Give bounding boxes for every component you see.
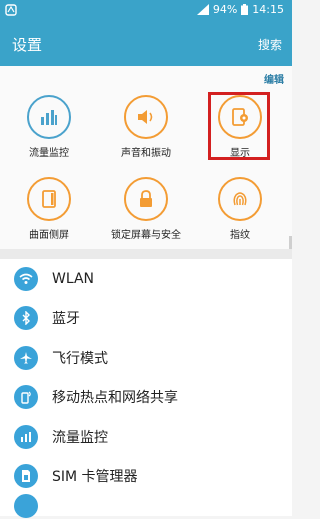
section-divider xyxy=(0,249,292,259)
status-bar: 94% 14:15 xyxy=(0,0,292,20)
list-item-airplane-mode[interactable]: 飞行模式 xyxy=(0,338,292,378)
airplane-icon xyxy=(14,345,38,370)
list-item-data-usage[interactable]: 流量监控 xyxy=(0,417,292,457)
list-item-hotspot[interactable]: 移动热点和网络共享 xyxy=(0,378,292,418)
list-item-label: 蓝牙 xyxy=(52,311,80,328)
edit-button[interactable]: 编辑 xyxy=(264,71,284,86)
edge-screen-icon xyxy=(27,177,71,221)
quick-item-label: 指纹 xyxy=(230,230,250,241)
bluetooth-icon xyxy=(14,306,38,331)
list-item-wlan[interactable]: WLAN xyxy=(0,259,292,299)
quick-item-label: 曲面侧屏 xyxy=(29,230,69,241)
list-item-partial xyxy=(0,494,292,518)
list-item-label: 飞行模式 xyxy=(52,350,108,367)
list-item-label: 移动热点和网络共享 xyxy=(52,390,178,407)
page-title: 设置 xyxy=(12,36,43,54)
list-item-label: 流量监控 xyxy=(52,429,108,446)
list-item-sim-manager[interactable]: SIM 卡管理器 xyxy=(0,457,292,497)
list-item-label: WLAN xyxy=(52,270,95,287)
more-settings-icon xyxy=(14,494,38,518)
fingerprint-icon xyxy=(218,177,262,221)
data-usage-icon xyxy=(14,424,38,449)
quick-item-label: 锁定屏幕与安全 xyxy=(111,230,181,241)
sim-icon xyxy=(14,464,38,489)
sound-icon xyxy=(124,95,168,139)
clock: 14:15 xyxy=(252,3,284,16)
quick-item-fingerprint[interactable]: 指纹 xyxy=(195,177,285,241)
list-item-bluetooth[interactable]: 蓝牙 xyxy=(0,299,292,339)
quick-item-lock-screen[interactable]: 锁定屏幕与安全 xyxy=(101,177,191,241)
settings-list: WLAN 蓝牙 飞行模式 移动热点和网络共享 流量监控 SIM 卡管理器 xyxy=(0,259,292,518)
quick-item-label: 流量监控 xyxy=(29,148,69,159)
list-item-label: SIM 卡管理器 xyxy=(52,469,138,486)
wifi-icon xyxy=(14,266,38,291)
quick-item-edge-screen[interactable]: 曲面侧屏 xyxy=(4,177,94,241)
app-bar: 设置 搜索 xyxy=(0,20,292,66)
search-button[interactable]: 搜索 xyxy=(258,36,282,53)
battery-icon xyxy=(241,4,249,15)
battery-percent: 94% xyxy=(212,3,238,16)
highlight-box xyxy=(208,92,270,160)
quick-item-data-usage[interactable]: 流量监控 xyxy=(4,95,94,159)
signal-icon xyxy=(196,4,209,15)
hotspot-icon xyxy=(14,385,38,410)
notification-icon xyxy=(5,4,17,16)
quick-item-label: 声音和振动 xyxy=(121,148,171,159)
data-usage-icon xyxy=(27,95,71,139)
lock-icon xyxy=(124,177,168,221)
quick-item-sound[interactable]: 声音和振动 xyxy=(101,95,191,159)
